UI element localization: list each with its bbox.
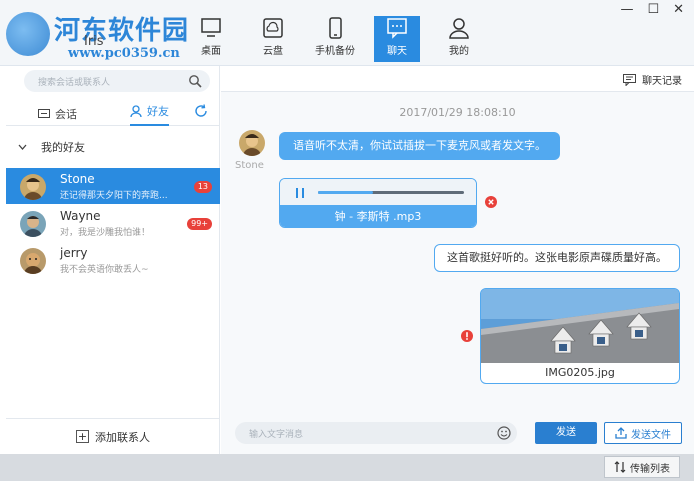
contact-preview: 还记得那天夕阳下的奔跑... xyxy=(60,191,168,201)
tab-friends[interactable]: 好友 xyxy=(130,102,169,126)
window-controls: — ☐ ✕ xyxy=(620,2,684,17)
watermark-title: 河东软件园 xyxy=(54,16,190,46)
phone-icon xyxy=(329,17,342,39)
image-caption: IMG0205.jpg xyxy=(545,366,615,379)
group-label: 我的好友 xyxy=(41,141,85,154)
contact-item-stone[interactable]: Stone 还记得那天夕阳下的奔跑... 13 xyxy=(6,168,220,204)
nav-cloud-disk[interactable]: 云盘 xyxy=(242,16,304,62)
house-roof-photo xyxy=(481,289,679,363)
pause-icon[interactable] xyxy=(294,187,306,199)
message-timestamp: 2017/01/29 18:08:10 xyxy=(399,106,516,119)
chat-header: 聊天记录 xyxy=(221,66,694,92)
nav-phone-backup[interactable]: 手机备份 xyxy=(304,16,366,62)
nav-desktop-label: 桌面 xyxy=(201,46,221,57)
unread-badge: 13 xyxy=(193,181,212,193)
outgoing-message: 这首歌挺好听的。这张电影原声碟质量好高。 xyxy=(434,244,680,272)
nav-phone-backup-label: 手机备份 xyxy=(315,46,355,57)
chat-history-icon xyxy=(623,73,636,86)
sender-name: Stone xyxy=(235,160,264,171)
nav-mine-label: 我的 xyxy=(449,46,469,57)
audio-progress-fill xyxy=(318,191,374,194)
sender-info: Stone xyxy=(235,130,269,171)
nav-cloud-disk-label: 云盘 xyxy=(263,46,283,57)
message-input-placeholder: 输入文字消息 xyxy=(249,430,304,440)
maximize-button[interactable]: ☐ xyxy=(647,2,659,17)
add-contact-button[interactable]: + 添加联系人 xyxy=(6,418,220,454)
avatar xyxy=(20,174,46,200)
contact-list: Stone 还记得那天夕阳下的奔跑... 13 Wayne 对，我是沙雕我怕谁！… xyxy=(6,168,220,279)
transfer-list-label: 传输列表 xyxy=(630,463,670,475)
search-icon[interactable] xyxy=(188,74,202,88)
send-file-label: 发送文件 xyxy=(631,429,671,441)
contact-name: Wayne xyxy=(60,209,101,223)
close-button[interactable]: ✕ xyxy=(673,2,684,17)
top-bar: 河东软件园 www.pc0359.cn Iris 桌面 云盘 手机备份 聊天 我… xyxy=(0,0,694,66)
incoming-message: 语音听不太清，你试试插拔一下麦克风或者发文字。 xyxy=(279,132,560,160)
cloud-disk-icon xyxy=(263,18,283,38)
bottom-bar: 传输列表 xyxy=(0,454,694,481)
plus-icon: + xyxy=(76,430,89,443)
unread-badge: 99+ xyxy=(187,218,212,230)
transfer-icon xyxy=(614,461,626,473)
audio-filename: 钟 - 李斯特 .mp3 xyxy=(280,205,476,227)
contacts-panel: 搜索会话或联系人 会话 好友 我的好友 Stone 还记得那天夕阳下的奔跑...… xyxy=(6,66,220,454)
message-input[interactable]: 输入文字消息 xyxy=(235,422,517,444)
chat-panel: 聊天记录 2017/01/29 18:08:10 Stone 语音听不太清，你试… xyxy=(221,66,694,454)
audio-message: 钟 - 李斯特 .mp3 xyxy=(279,178,477,228)
sidebar-tabs: 会话 好友 xyxy=(6,96,220,126)
minimize-button[interactable]: — xyxy=(620,2,633,17)
audio-progress-bar[interactable] xyxy=(318,191,464,194)
user-icon xyxy=(449,18,469,39)
watermark-logo xyxy=(6,12,50,56)
add-contact-label: 添加联系人 xyxy=(95,430,150,444)
group-my-friends[interactable]: 我的好友 xyxy=(6,138,220,156)
send-file-button[interactable]: 发送文件 xyxy=(604,422,682,444)
transfer-list-button[interactable]: 传输列表 xyxy=(604,456,680,478)
nav-mine[interactable]: 我的 xyxy=(428,16,490,62)
chat-history-button[interactable]: 聊天记录 xyxy=(623,72,682,87)
chat-history-label: 聊天记录 xyxy=(642,76,682,87)
refresh-icon[interactable] xyxy=(194,104,208,118)
desktop-icon xyxy=(201,18,221,37)
contact-item-jerry[interactable]: jerry 我不会英语你敢丢人~ xyxy=(6,242,220,278)
chat-bubble-icon xyxy=(38,108,50,118)
emoji-icon[interactable] xyxy=(497,426,511,440)
avatar xyxy=(20,248,46,274)
avatar xyxy=(20,211,46,237)
avatar[interactable] xyxy=(239,130,265,156)
tab-friends-label: 好友 xyxy=(147,105,169,118)
nav-chat[interactable]: 聊天 xyxy=(374,16,420,62)
chevron-down-icon xyxy=(18,144,27,150)
username: Iris xyxy=(84,34,104,49)
contact-name: jerry xyxy=(60,246,88,260)
contact-name: Stone xyxy=(60,172,95,186)
chat-icon xyxy=(387,18,407,39)
contact-preview: 对，我是沙雕我怕谁！ xyxy=(60,228,151,238)
warning-icon[interactable] xyxy=(461,330,473,342)
tab-chat[interactable]: 会话 xyxy=(38,102,77,126)
send-button[interactable]: 发送 xyxy=(535,422,597,444)
audio-player xyxy=(280,179,476,205)
watermark: 河东软件园 www.pc0359.cn xyxy=(6,6,206,66)
nav-chat-label: 聊天 xyxy=(387,46,407,57)
search-input[interactable]: 搜索会话或联系人 xyxy=(24,70,210,92)
main-nav: 桌面 云盘 手机备份 聊天 我的 xyxy=(180,16,490,64)
contact-item-wayne[interactable]: Wayne 对，我是沙雕我怕谁！ 99+ xyxy=(6,205,220,241)
error-icon[interactable] xyxy=(485,196,497,208)
tab-chat-label: 会话 xyxy=(55,108,77,121)
search-placeholder: 搜索会话或联系人 xyxy=(38,78,111,88)
friend-icon xyxy=(130,105,142,117)
upload-icon xyxy=(615,427,627,439)
nav-desktop[interactable]: 桌面 xyxy=(180,16,242,62)
contact-preview: 我不会英语你敢丢人~ xyxy=(60,265,149,275)
image-message[interactable]: IMG0205.jpg xyxy=(480,288,680,384)
